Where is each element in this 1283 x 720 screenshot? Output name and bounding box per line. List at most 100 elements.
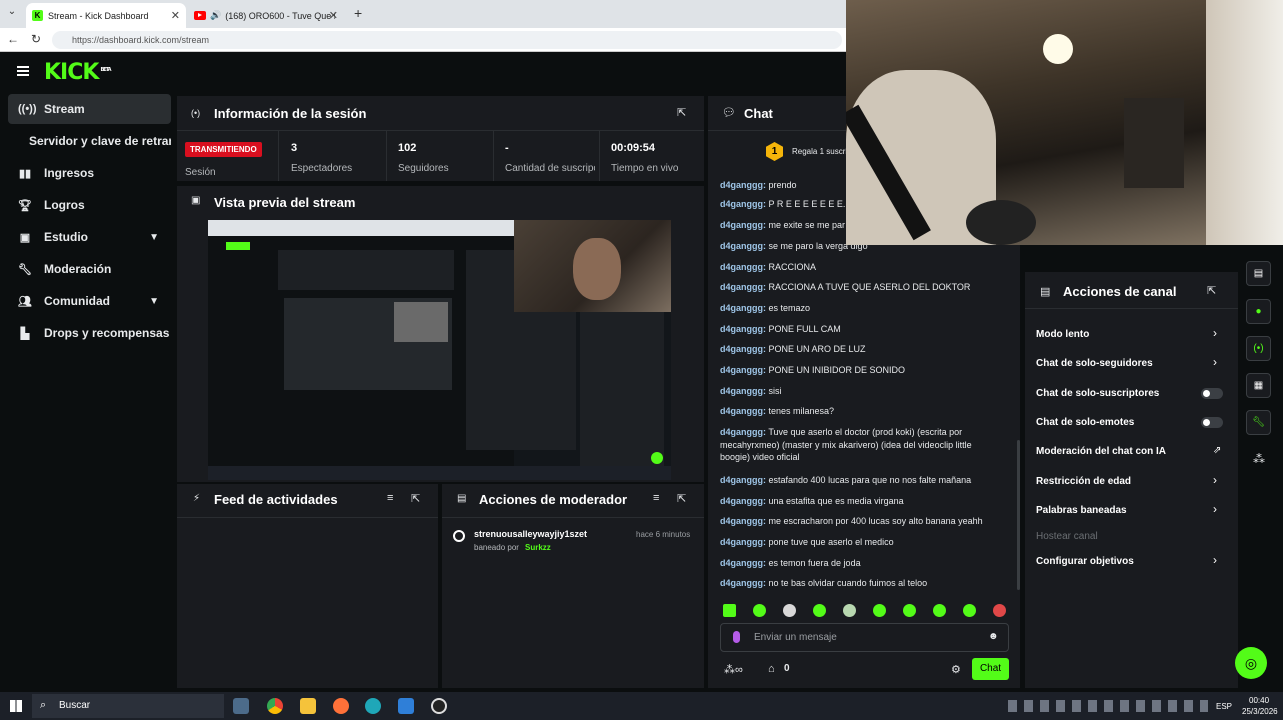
slow-mode-option[interactable]: Modo lento bbox=[1036, 329, 1089, 340]
chat-settings-gear-icon[interactable]: ⚙︎ bbox=[951, 663, 961, 676]
task-view-icon[interactable] bbox=[233, 698, 249, 714]
sidebar-item-moderacion[interactable]: 🔧︎ Moderación bbox=[8, 254, 171, 284]
chat-bubble-icon[interactable]: ● bbox=[1246, 299, 1271, 324]
studio-icon: ▣ bbox=[19, 231, 31, 244]
back-icon[interactable]: ← bbox=[7, 32, 19, 46]
tab-youtube[interactable]: 🔊 (168) ORO600 - Tuve Que Ha ✕ bbox=[188, 3, 344, 28]
emote-icon[interactable] bbox=[813, 604, 826, 617]
subscribers-only-option: Chat de solo-suscriptores bbox=[1036, 388, 1160, 399]
sidebar-item-drops[interactable]: ▙ Drops y recompensas bbox=[8, 318, 171, 348]
filter-icon[interactable]: ≡ bbox=[653, 492, 659, 504]
emote-icon[interactable] bbox=[993, 604, 1006, 617]
age-restriction-option[interactable]: Restricción de edad bbox=[1036, 476, 1131, 487]
chat-send-button[interactable]: Chat bbox=[972, 658, 1009, 680]
emote-icon[interactable] bbox=[933, 604, 946, 617]
sidebar-item-logros[interactable]: 🏆︎ Logros bbox=[8, 190, 171, 220]
filter-icon[interactable]: ≡ bbox=[387, 492, 393, 504]
kick-points-icon[interactable]: ⁂ bbox=[1253, 452, 1265, 466]
chat-message: d4ganggg: PONE UN ARO DE LUZ bbox=[720, 344, 866, 354]
monitor-icon: ▣ bbox=[191, 195, 201, 206]
emote-icon[interactable] bbox=[873, 604, 886, 617]
sidebar-item-server-key[interactable]: Servidor y clave de retransmisión bbox=[8, 126, 171, 156]
emote-icon[interactable] bbox=[783, 604, 796, 617]
clock-time[interactable]: 00:40 bbox=[1249, 696, 1269, 705]
chat-message: d4ganggg: estafando 400 lucas para que n… bbox=[720, 475, 972, 485]
goals-option[interactable]: Configurar objetivos bbox=[1036, 556, 1134, 567]
popout-icon[interactable]: ⇱ bbox=[677, 106, 686, 119]
chat-message: d4ganggg: una estafita que es media virg… bbox=[720, 496, 904, 506]
sidebar-item-label: Ingresos bbox=[44, 166, 95, 180]
channel-actions-title: Acciones de canal bbox=[1063, 284, 1177, 299]
language-indicator[interactable]: ESP bbox=[1216, 702, 1232, 711]
sidebar-item-label: Moderación bbox=[44, 262, 112, 276]
sidebar-item-label: Servidor y clave de retransmisión bbox=[29, 134, 171, 148]
chat-message-input[interactable]: Enviar un mensaje ☻ bbox=[720, 623, 1009, 652]
subscribers-only-toggle[interactable] bbox=[1201, 388, 1223, 399]
store-icon[interactable]: ⌂ bbox=[768, 663, 775, 675]
hamburger-menu-icon[interactable] bbox=[17, 66, 29, 76]
emote-icon[interactable] bbox=[843, 604, 856, 617]
search-icon: ⌕ bbox=[40, 699, 47, 711]
external-link-icon[interactable]: ⇗ bbox=[1213, 445, 1221, 456]
broadcast-icon[interactable]: (•) bbox=[1246, 336, 1271, 361]
panel-title: Información de la sesión bbox=[214, 106, 367, 121]
kick-points-icon[interactable]: ⁂∞ bbox=[724, 663, 743, 676]
windows-start-icon[interactable] bbox=[10, 700, 22, 712]
banned-words-option[interactable]: Palabras baneadas bbox=[1036, 505, 1127, 516]
chevron-right-icon[interactable]: › bbox=[1213, 473, 1217, 487]
emote-icon[interactable] bbox=[903, 604, 916, 617]
sidebar-item-comunidad[interactable]: 👥︎ Comunidad ▼ bbox=[8, 286, 171, 316]
chevron-right-icon[interactable]: › bbox=[1213, 355, 1217, 369]
viewers-label: Espectadores bbox=[291, 163, 353, 174]
close-tab-icon[interactable]: ✕ bbox=[171, 9, 180, 22]
url-field[interactable]: https://dashboard.kick.com/stream bbox=[52, 31, 842, 49]
app-icon[interactable] bbox=[398, 698, 414, 714]
edge-icon[interactable] bbox=[365, 698, 381, 714]
sidebar-item-ingresos[interactable]: ▮▮ Ingresos bbox=[8, 158, 171, 188]
emotes-only-toggle[interactable] bbox=[1201, 417, 1223, 428]
tab-kick-dashboard[interactable]: K Stream - Kick Dashboard ✕ bbox=[26, 3, 186, 28]
chrome-icon[interactable] bbox=[267, 698, 283, 714]
tab-list-button[interactable]: ⌄ bbox=[4, 6, 20, 22]
chevron-right-icon[interactable]: › bbox=[1213, 502, 1217, 516]
clock-date[interactable]: 25/3/2026 bbox=[1242, 707, 1278, 716]
chevron-right-icon[interactable]: › bbox=[1213, 553, 1217, 567]
mod-action-entry[interactable]: strenuousalleywayjiy1szet hace 6 minutos… bbox=[442, 524, 704, 560]
gift-sub-banner[interactable]: 1 Regala 1 suscripción bbox=[766, 142, 856, 162]
emote-icon[interactable] bbox=[753, 604, 766, 617]
obs-icon[interactable] bbox=[431, 698, 447, 714]
live-time-label: Tiempo en vivo bbox=[611, 163, 679, 174]
emote-icon[interactable] bbox=[963, 604, 976, 617]
sidebar-item-stream[interactable]: ((•)) Stream bbox=[8, 94, 171, 124]
emote-icon[interactable] bbox=[723, 604, 736, 617]
emoji-icon[interactable]: ☻ bbox=[988, 631, 999, 642]
host-channel-option: Hostear canal bbox=[1036, 531, 1098, 542]
sidebar-item-estudio[interactable]: ▣ Estudio ▼ bbox=[8, 222, 171, 252]
chat-scrollbar[interactable] bbox=[1017, 440, 1020, 590]
file-explorer-icon[interactable] bbox=[300, 698, 316, 714]
stream-preview-panel: ▣ Vista previa del stream bbox=[177, 186, 704, 482]
chevron-right-icon[interactable]: › bbox=[1213, 326, 1217, 340]
chevron-down-icon: ▼ bbox=[149, 231, 159, 243]
microphone-icon[interactable] bbox=[733, 631, 740, 643]
speaker-icon[interactable]: 🔊 bbox=[210, 10, 221, 21]
wrench-icon[interactable]: 🔧︎ bbox=[1246, 410, 1271, 435]
popout-icon[interactable]: ⇱ bbox=[677, 492, 686, 505]
popout-icon[interactable]: ⇱ bbox=[411, 492, 420, 505]
ban-icon bbox=[453, 530, 465, 542]
followers-only-option[interactable]: Chat de solo-seguidores bbox=[1036, 358, 1153, 369]
new-tab-icon[interactable]: + bbox=[354, 5, 362, 21]
support-headset-icon[interactable]: ◎ bbox=[1235, 647, 1267, 679]
clipboard-icon[interactable]: ▤ bbox=[1246, 261, 1271, 286]
taskbar-search[interactable]: ⌕ Buscar bbox=[32, 694, 224, 718]
firefox-icon[interactable] bbox=[333, 698, 349, 714]
popout-icon[interactable]: ⇱ bbox=[1207, 284, 1216, 297]
layout-icon[interactable]: ▦ bbox=[1246, 373, 1271, 398]
session-info-panel: (•) Información de la sesión ⇱ TRANSMITI… bbox=[177, 96, 704, 181]
reload-icon[interactable]: ↻ bbox=[31, 32, 41, 46]
ai-moderation-option[interactable]: Moderación del chat con IA bbox=[1036, 446, 1166, 457]
live-badge: TRANSMITIENDO bbox=[185, 142, 262, 157]
kick-logo[interactable]: KICK BETA bbox=[44, 60, 112, 85]
close-tab-icon[interactable]: ✕ bbox=[329, 9, 338, 22]
stream-video[interactable] bbox=[208, 220, 671, 480]
